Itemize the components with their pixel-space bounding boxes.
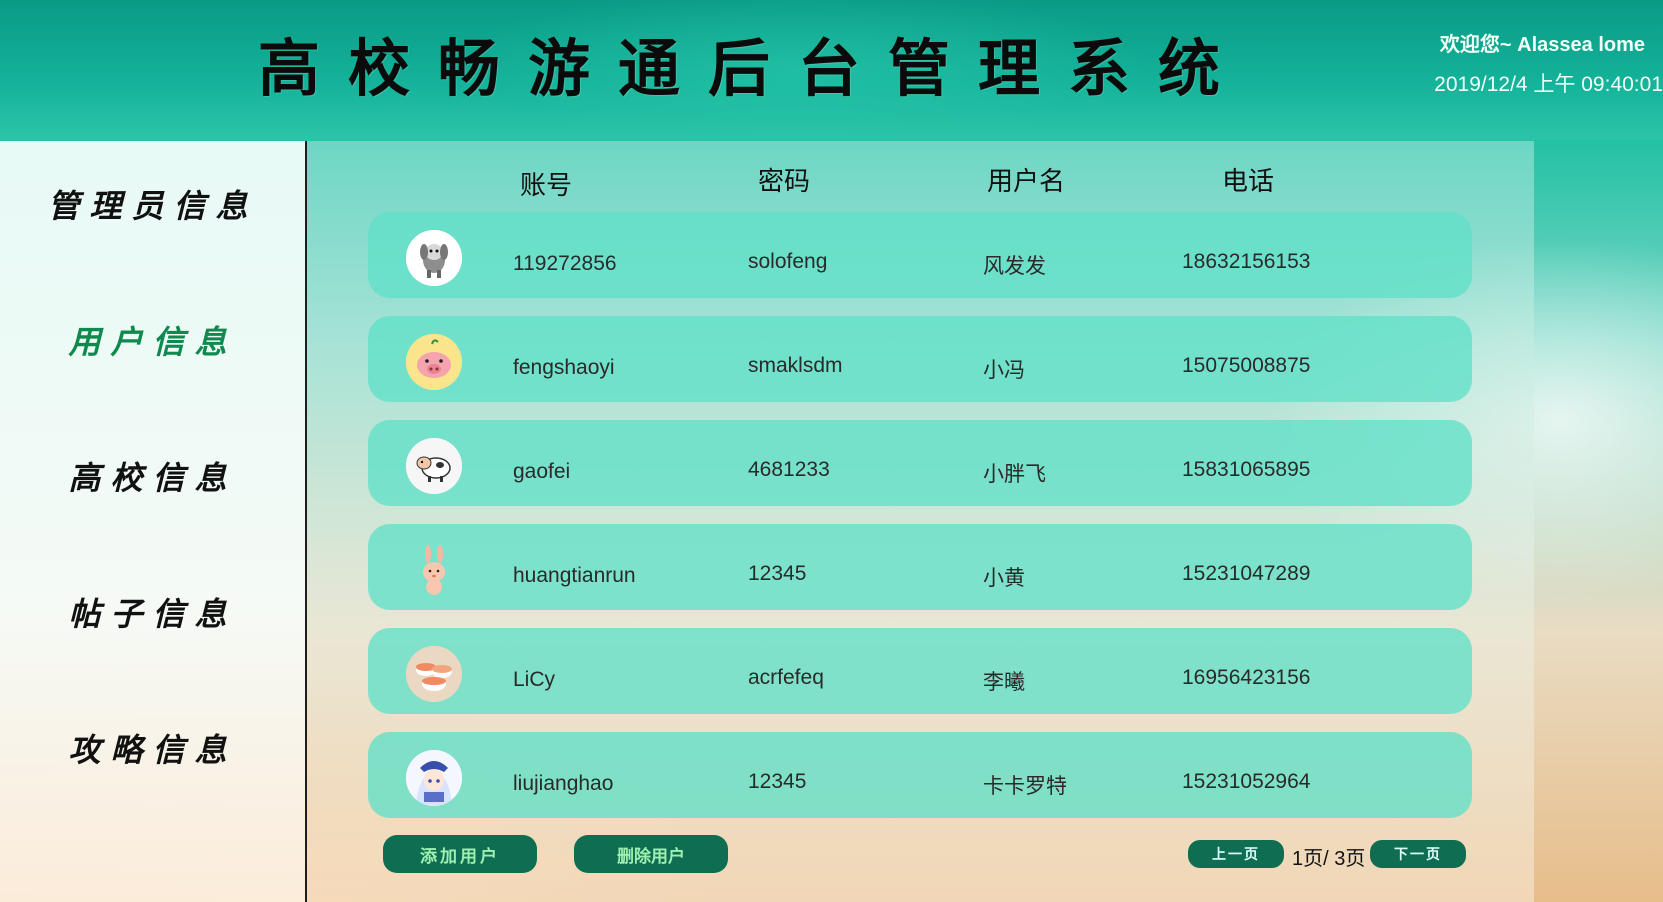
cell-password: 12345 — [748, 562, 807, 585]
pig-avatar-icon — [406, 334, 462, 390]
cell-account: gaofei — [513, 460, 571, 483]
table-row[interactable]: fengshaoyi smaklsdm 小冯 15075008875 — [368, 316, 1472, 402]
prev-page-button[interactable]: 上一页 — [1188, 840, 1284, 868]
welcome-text: 欢迎您~ Alassea lome — [1439, 34, 1645, 56]
cell-password: 12345 — [748, 770, 807, 793]
rabbit-avatar-icon — [406, 542, 462, 598]
dog-avatar-icon — [406, 230, 462, 286]
cell-username: 卡卡罗特 — [983, 775, 1067, 798]
table-header: 账号 密码 用户名 电话 — [307, 161, 1534, 201]
current-datetime: 2019/12/4 上午 09:40:01 — [1434, 73, 1663, 96]
cell-password: solofeng — [748, 250, 828, 273]
cell-phone: 15831065895 — [1182, 458, 1311, 481]
table-row[interactable]: liujianghao 12345 卡卡罗特 15231052964 — [368, 732, 1472, 818]
column-header-password: 密码 — [758, 166, 811, 196]
cell-account: huangtianrun — [513, 564, 636, 587]
sushi-avatar-icon — [406, 646, 462, 702]
sidebar-item-guide-info[interactable]: 攻略信息 — [0, 725, 305, 771]
cow-avatar-icon — [406, 438, 462, 494]
cell-phone: 18632156153 — [1182, 250, 1311, 273]
sidebar-item-post-info[interactable]: 帖子信息 — [0, 589, 305, 635]
column-header-account: 账号 — [520, 170, 573, 200]
page-indicator: 1页/ 3页 — [1292, 848, 1366, 870]
sidebar-item-college-info[interactable]: 高校信息 — [0, 453, 305, 499]
cell-phone: 15231052964 — [1182, 770, 1311, 793]
app-title: 高校畅游通后台管理系统 — [258, 32, 1249, 105]
cell-account: liujianghao — [513, 772, 614, 795]
table-row[interactable]: 119272856 solofeng 风发发 18632156153 — [368, 212, 1472, 298]
sidebar: 管理员信息 用户信息 高校信息 帖子信息 攻略信息 — [0, 141, 307, 902]
main-content: 账号 密码 用户名 电话 119272856 solofeng 风发发 1863… — [307, 141, 1534, 902]
table-row[interactable]: gaofei 4681233 小胖飞 15831065895 — [368, 420, 1472, 506]
cell-account: LiCy — [513, 668, 556, 691]
column-header-phone: 电话 — [1222, 166, 1275, 196]
cell-username: 小胖飞 — [983, 463, 1046, 486]
next-page-button[interactable]: 下一页 — [1370, 840, 1466, 868]
delete-user-button[interactable]: 删除用户 — [574, 835, 728, 873]
sidebar-item-user-info[interactable]: 用户信息 — [0, 317, 305, 363]
header-banner: 高校畅游通后台管理系统 欢迎您~ Alassea lome 2019/12/4 … — [0, 0, 1663, 140]
cell-account: 119272856 — [513, 252, 617, 275]
table-row[interactable]: LiCy acrfefeq 李曦 16956423156 — [368, 628, 1472, 714]
cell-username: 风发发 — [983, 255, 1046, 278]
sidebar-item-admin-info[interactable]: 管理员信息 — [0, 181, 305, 227]
cell-username: 小冯 — [983, 359, 1025, 382]
cell-password: smaklsdm — [748, 354, 843, 377]
anime-girl-avatar-icon — [406, 750, 462, 806]
column-header-username: 用户名 — [987, 166, 1066, 196]
cell-password: acrfefeq — [748, 666, 824, 689]
cell-username: 小黄 — [983, 567, 1025, 590]
add-user-button[interactable]: 添加用户 — [383, 835, 537, 873]
table-row[interactable]: huangtianrun 12345 小黄 15231047289 — [368, 524, 1472, 610]
cell-phone: 15075008875 — [1182, 354, 1311, 377]
cell-password: 4681233 — [748, 458, 830, 481]
cell-account: fengshaoyi — [513, 356, 615, 379]
cell-phone: 15231047289 — [1182, 562, 1311, 585]
cell-phone: 16956423156 — [1182, 666, 1311, 689]
cell-username: 李曦 — [983, 671, 1025, 694]
